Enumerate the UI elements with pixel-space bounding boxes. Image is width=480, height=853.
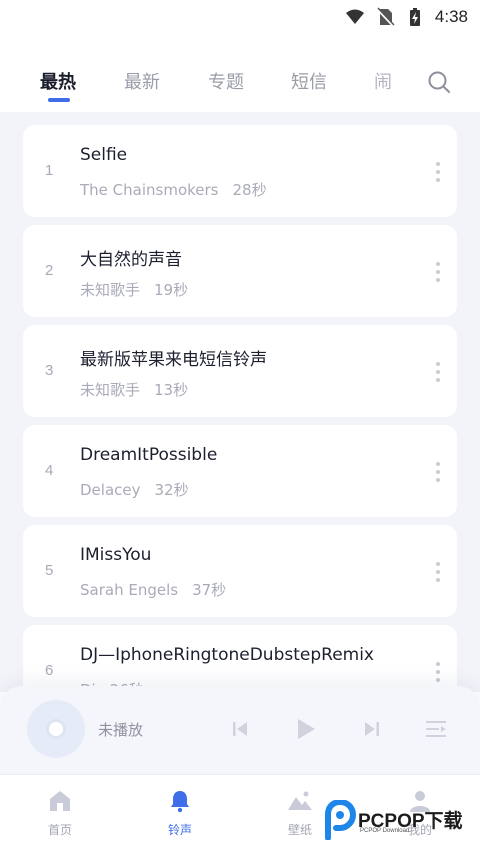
ringtone-duration: 13秒 (154, 381, 189, 399)
ringtone-artist: Delacey (80, 481, 141, 499)
watermark-sub: PCPOP Download (360, 828, 410, 834)
more-vertical-icon[interactable] (435, 361, 441, 383)
ringtone-duration: 28秒 (232, 181, 267, 199)
active-tab-indicator (48, 98, 70, 102)
nav-home-label: 首页 (47, 823, 72, 837)
ringtone-artist: The Chainsmokers (80, 181, 219, 199)
more-vertical-icon[interactable] (435, 161, 441, 183)
ringtone-index: 2 (45, 262, 54, 279)
battery-charging-icon (409, 8, 420, 26)
more-vertical-icon[interactable] (435, 661, 441, 683)
status-time: 4:38 (434, 7, 468, 26)
ringtone-item[interactable]: 1 Selfie The Chainsmokers 28秒 (23, 125, 457, 217)
album-disc[interactable] (27, 700, 85, 758)
ringtone-item[interactable]: 4 DreamItPossible Delacey 32秒 (23, 425, 457, 517)
ringtone-meta: Delacey 32秒 (80, 479, 189, 500)
ringtone-index: 5 (45, 562, 54, 579)
bell-icon (171, 791, 189, 813)
ringtone-artist: Sarah Engels (80, 581, 179, 599)
ringtone-item[interactable]: 6 DJ—IphoneRingtoneDubstepRemix Dj26秒 (23, 625, 457, 692)
playlist-icon[interactable] (425, 719, 447, 739)
ringtone-item[interactable]: 5 IMissYou Sarah Engels 37秒 (23, 525, 457, 617)
ringtone-item[interactable]: 3 最新版苹果来电短信铃声 未知歌手 13秒 (23, 325, 457, 417)
mini-player: 未播放 (0, 686, 480, 774)
ringtone-title: Selfie (80, 145, 128, 165)
ringtone-title: DJ—IphoneRingtoneDubstepRemix (80, 645, 374, 665)
ringtone-duration: 19秒 (154, 281, 189, 299)
nav-ringtones[interactable]: 铃声 (150, 789, 210, 838)
wallpaper-icon (288, 791, 312, 810)
ringtone-index: 6 (45, 662, 54, 679)
tab-sms[interactable]: 短信 (291, 68, 327, 94)
watermark-p-icon (325, 800, 356, 840)
more-vertical-icon[interactable] (435, 261, 441, 283)
ringtone-title: IMissYou (80, 545, 152, 565)
ringtone-meta: Sarah Engels 37秒 (80, 579, 226, 600)
tab-hottest[interactable]: 最热 (40, 68, 76, 94)
nav-wallpaper-label: 壁纸 (287, 823, 312, 837)
tab-alarm[interactable]: 闹 (374, 68, 392, 94)
wifi-icon (345, 9, 364, 24)
ringtone-duration: 37秒 (192, 581, 227, 599)
nav-ringtones-label: 铃声 (167, 823, 192, 837)
ringtone-meta: 未知歌手 13秒 (80, 379, 188, 400)
playback-status: 未播放 (98, 721, 144, 739)
ringtone-artist: 未知歌手 (80, 281, 141, 299)
more-vertical-icon[interactable] (435, 561, 441, 583)
watermark-logo: PCPOP下载 PCPOP Download (322, 798, 472, 842)
ringtone-duration: 32秒 (154, 481, 189, 499)
tab-newest[interactable]: 最新 (124, 68, 160, 94)
search-icon[interactable] (427, 70, 451, 94)
category-tabs: 最热 最新 专题 短信 闹 (0, 62, 480, 108)
ringtone-title: DreamItPossible (80, 445, 218, 465)
more-vertical-icon[interactable] (435, 461, 441, 483)
ringtone-artist: 未知歌手 (80, 381, 141, 399)
status-bar: 4:38 (0, 0, 480, 34)
ringtone-list: 1 Selfie The Chainsmokers 28秒 2 大自然的声音 未知… (0, 112, 480, 692)
ringtone-index: 3 (45, 362, 54, 379)
ringtone-item[interactable]: 2 大自然的声音 未知歌手 19秒 (23, 225, 457, 317)
ringtone-meta: 未知歌手 19秒 (80, 279, 188, 300)
disc-center (46, 719, 66, 739)
ringtone-title: 最新版苹果来电短信铃声 (80, 350, 267, 370)
next-icon[interactable] (363, 720, 381, 738)
no-sim-icon (376, 7, 395, 27)
nav-wallpaper[interactable]: 壁纸 (270, 789, 330, 838)
play-icon[interactable] (294, 717, 318, 741)
tab-topics[interactable]: 专题 (208, 68, 244, 94)
ringtone-index: 1 (45, 162, 54, 179)
previous-icon[interactable] (231, 720, 249, 738)
ringtone-meta: The Chainsmokers 28秒 (80, 179, 267, 200)
ringtone-title: 大自然的声音 (80, 250, 182, 270)
ringtone-index: 4 (45, 462, 54, 479)
nav-home[interactable]: 首页 (30, 789, 90, 838)
home-icon (50, 791, 70, 811)
